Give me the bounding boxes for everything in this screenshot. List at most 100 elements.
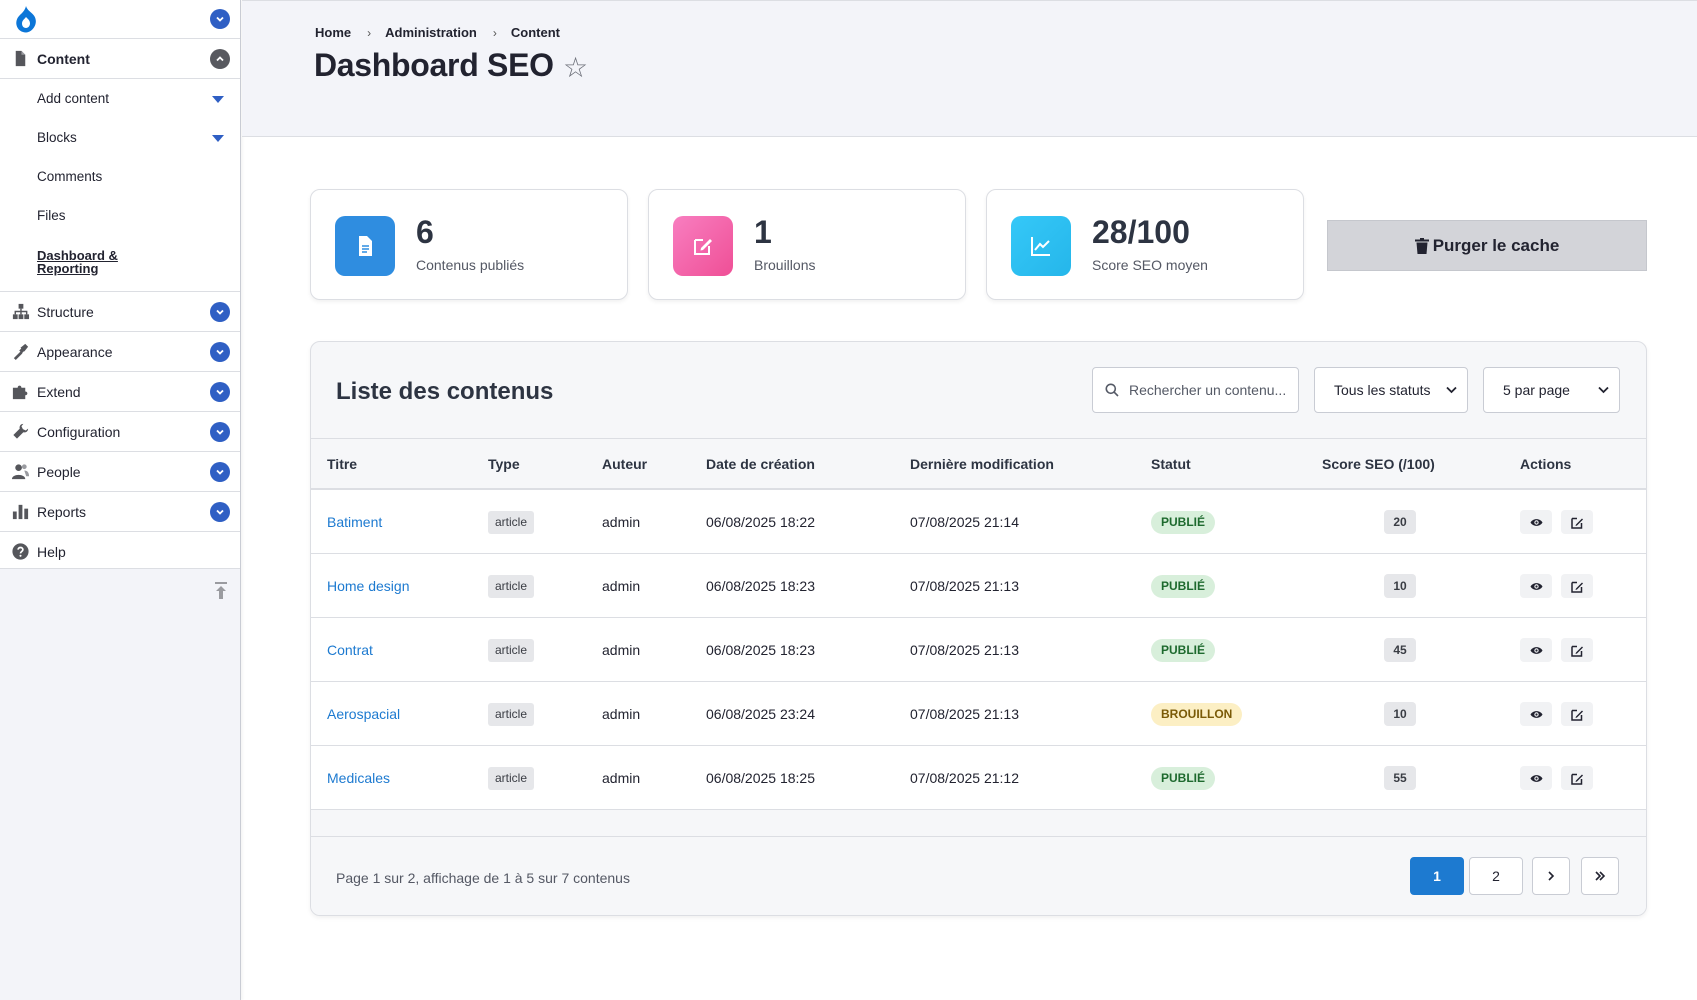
- seo-score-badge: 45: [1384, 638, 1416, 662]
- sidebar-item-structure[interactable]: Structure: [0, 292, 240, 332]
- sidebar-item-label: People: [37, 463, 81, 480]
- last-page-button[interactable]: [1581, 857, 1619, 895]
- file-icon: [10, 49, 30, 69]
- search-field[interactable]: [1092, 367, 1299, 413]
- modified-date-cell: 07/08/2025 21:14: [910, 514, 1019, 530]
- author-cell: admin: [602, 706, 641, 722]
- column-header[interactable]: Dernière modification: [910, 456, 1054, 472]
- edit-button[interactable]: [1561, 638, 1593, 662]
- edit-button[interactable]: [1561, 702, 1593, 726]
- sidebar-item-label: Configuration: [37, 423, 121, 440]
- sidebar-item-extend[interactable]: Extend: [0, 372, 240, 412]
- per-page-value: 5 par page: [1503, 382, 1570, 398]
- content-list-panel: Liste des contenus Tous les statuts 5 pa…: [310, 341, 1647, 916]
- sidebar-header: [0, 0, 240, 39]
- table-header: Titre Type Auteur Date de création Derni…: [311, 438, 1646, 490]
- chevron-down-icon[interactable]: [210, 342, 230, 362]
- seo-score-badge: 10: [1384, 574, 1416, 598]
- content-title-link[interactable]: Aerospacial: [327, 706, 400, 722]
- author-cell: admin: [602, 770, 641, 786]
- column-header[interactable]: Auteur: [602, 456, 647, 472]
- sidebar-subitem-blocks[interactable]: Blocks: [0, 118, 240, 157]
- eye-icon: [1530, 708, 1543, 721]
- sidebar-item-label: Appearance: [37, 343, 113, 360]
- column-header[interactable]: Date de création: [706, 456, 815, 472]
- chevron-down-icon[interactable]: [210, 9, 230, 29]
- column-header[interactable]: Titre: [327, 456, 357, 472]
- content-title-link[interactable]: Batiment: [327, 514, 382, 530]
- created-date-cell: 06/08/2025 18:23: [706, 578, 815, 594]
- view-button[interactable]: [1520, 766, 1552, 790]
- drupal-logo-icon[interactable]: [14, 5, 38, 34]
- content-title-link[interactable]: Medicales: [327, 770, 390, 786]
- page-button-1[interactable]: 1: [1410, 857, 1464, 895]
- breadcrumb-separator-icon: ›: [492, 25, 497, 40]
- people-icon: [10, 462, 30, 482]
- subitem-label: Add content: [37, 91, 110, 106]
- caret-down-icon[interactable]: [212, 96, 224, 103]
- status-filter-select[interactable]: Tous les statuts: [1314, 367, 1468, 413]
- breadcrumb-content[interactable]: Content: [511, 25, 560, 40]
- created-date-cell: 06/08/2025 18:25: [706, 770, 815, 786]
- edit-icon: [1570, 708, 1584, 721]
- sidebar-subitem-comments[interactable]: Comments: [0, 157, 240, 196]
- chevron-down-icon[interactable]: [210, 382, 230, 402]
- seo-score-badge: 55: [1384, 766, 1416, 790]
- seo-score-badge: 20: [1384, 510, 1416, 534]
- breadcrumb-administration[interactable]: Administration: [385, 25, 477, 40]
- per-page-select[interactable]: 5 par page: [1483, 367, 1620, 413]
- sidebar-item-reports[interactable]: Reports: [0, 492, 240, 532]
- caret-down-icon[interactable]: [212, 135, 224, 142]
- sidebar-subitem-files[interactable]: Files: [0, 196, 240, 235]
- content-title-link[interactable]: Home design: [327, 578, 410, 594]
- author-cell: admin: [602, 514, 641, 530]
- sidebar-item-content[interactable]: Content: [0, 39, 240, 79]
- chevron-down-icon[interactable]: [210, 462, 230, 482]
- breadcrumb-separator-icon: ›: [367, 25, 372, 40]
- edit-icon: [1570, 644, 1584, 657]
- status-filter-value: Tous les statuts: [1334, 382, 1431, 398]
- view-button[interactable]: [1520, 638, 1552, 662]
- breadcrumb-home[interactable]: Home: [315, 25, 351, 40]
- view-button[interactable]: [1520, 702, 1552, 726]
- edit-button[interactable]: [1561, 510, 1593, 534]
- table-row: Medicales article admin 06/08/2025 18:25 07/…: [311, 746, 1646, 810]
- chevron-down-icon[interactable]: [210, 302, 230, 322]
- edit-button[interactable]: [1561, 766, 1593, 790]
- edit-icon: [1570, 580, 1584, 593]
- chevron-down-icon[interactable]: [210, 502, 230, 522]
- view-button[interactable]: [1520, 510, 1552, 534]
- sidebar-item-help[interactable]: Help: [0, 532, 240, 572]
- status-badge: PUBLIÉ: [1151, 575, 1216, 598]
- column-header[interactable]: Score SEO (/100): [1322, 456, 1435, 472]
- star-shortcut-icon[interactable]: ☆: [563, 51, 588, 84]
- sidebar-item-configuration[interactable]: Configuration: [0, 412, 240, 452]
- sidebar-item-label: Structure: [37, 303, 94, 320]
- sidebar-subitem-add-content[interactable]: Add content: [0, 79, 240, 118]
- collapse-sidebar-icon[interactable]: [214, 581, 228, 601]
- chevron-down-icon: [1598, 386, 1609, 394]
- column-header[interactable]: Statut: [1151, 456, 1191, 472]
- sidebar-item-people[interactable]: People: [0, 452, 240, 492]
- search-input[interactable]: [1129, 382, 1294, 398]
- purge-cache-button[interactable]: Purger le cache: [1327, 220, 1647, 271]
- sidebar-subitem-dashboard-reporting[interactable]: Dashboard & Reporting: [0, 235, 240, 287]
- help-icon: [10, 542, 30, 562]
- stat-label: Contenus publiés: [416, 257, 525, 273]
- panel-title: Liste des contenus: [336, 378, 554, 405]
- created-date-cell: 06/08/2025 18:23: [706, 642, 815, 658]
- edit-button[interactable]: [1561, 574, 1593, 598]
- next-page-button[interactable]: [1532, 857, 1570, 895]
- chevron-down-icon[interactable]: [210, 422, 230, 442]
- sidebar-item-appearance[interactable]: Appearance: [0, 332, 240, 372]
- breadcrumb: Home › Administration › Content: [315, 25, 560, 40]
- status-badge: PUBLIÉ: [1151, 767, 1216, 790]
- column-header[interactable]: Type: [488, 456, 520, 472]
- chevron-up-icon[interactable]: [210, 49, 230, 69]
- eye-icon: [1530, 516, 1543, 529]
- content-title-link[interactable]: Contrat: [327, 642, 373, 658]
- table-row: Aerospacial article admin 06/08/2025 23:24 0…: [311, 682, 1646, 746]
- page-button-2[interactable]: 2: [1469, 857, 1523, 895]
- view-button[interactable]: [1520, 574, 1552, 598]
- subitem-label: Comments: [37, 169, 103, 184]
